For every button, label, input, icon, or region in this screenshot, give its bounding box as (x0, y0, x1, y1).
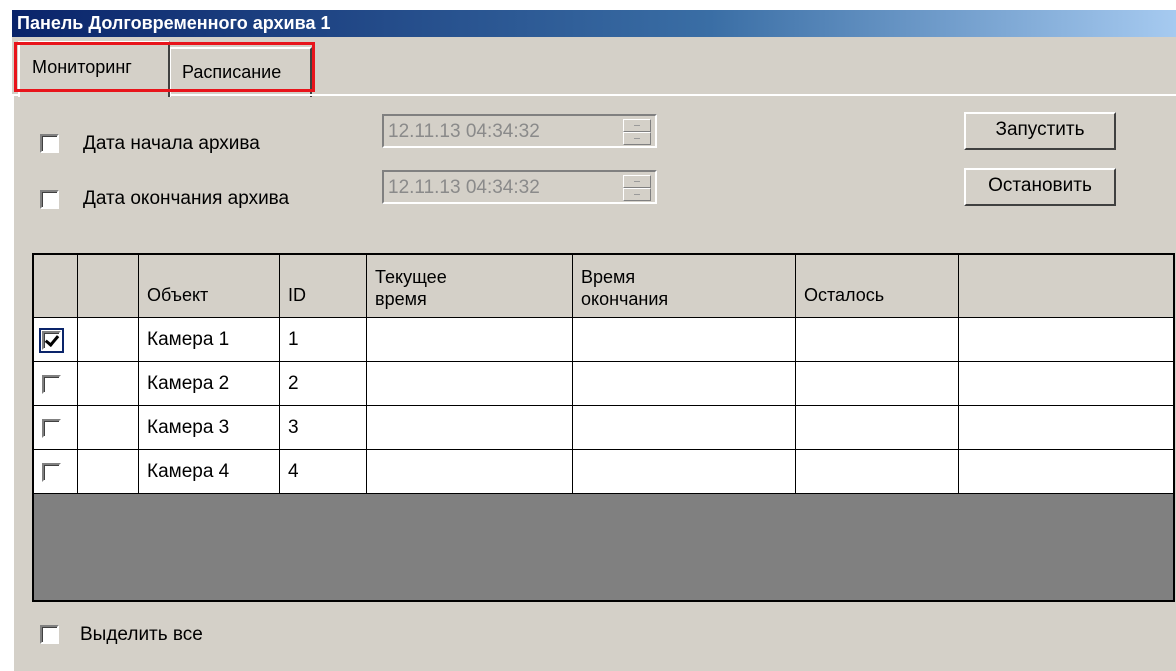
row-blank-cell (78, 362, 139, 406)
header-check-column (34, 255, 78, 318)
header-blank-column (78, 255, 139, 318)
row-checkbox[interactable] (39, 328, 64, 353)
end-date-label: Дата окончания архива (83, 188, 290, 209)
end-time-cell (573, 362, 796, 406)
select-all-label: Выделить все (80, 624, 203, 645)
row-checkbox[interactable] (42, 375, 61, 394)
start-date-checkbox[interactable] (40, 134, 59, 153)
id-cell-text: 3 (288, 417, 299, 438)
row-check-cell (34, 406, 78, 450)
filler-cell (959, 406, 1173, 450)
current-time-cell (367, 406, 573, 450)
header-end-time[interactable]: Время окончания (573, 255, 796, 318)
start-date-spin-down-icon[interactable] (623, 132, 651, 145)
stop-button[interactable]: Остановить (964, 168, 1116, 206)
header-current-time-line1: Текущее (375, 267, 447, 287)
id-cell: 1 (280, 318, 367, 362)
row-checkbox[interactable] (42, 419, 61, 438)
tab-monitoring[interactable]: Мониторинг (18, 41, 170, 97)
id-cell-text: 2 (288, 373, 299, 394)
end-date-spin-up-icon[interactable] (623, 175, 651, 188)
id-cell: 2 (280, 362, 367, 406)
filler-cell (959, 450, 1173, 494)
row-check-cell (34, 362, 78, 406)
current-time-cell (367, 318, 573, 362)
end-date-checkbox[interactable] (40, 190, 59, 209)
row-check-cell (34, 318, 78, 362)
object-cell-text: Камера 1 (147, 329, 230, 350)
header-id[interactable]: ID (280, 255, 367, 318)
row-check-cell (34, 450, 78, 494)
object-cell: Камера 1 (139, 318, 280, 362)
start-button[interactable]: Запустить (964, 112, 1116, 150)
start-date-picker[interactable]: 12.11.13 04:34:32 (382, 114, 657, 148)
start-date-value: 12.11.13 04:34:32 (388, 121, 540, 142)
table-row[interactable]: Камера 2 2 (34, 362, 1173, 406)
header-filler (959, 255, 1173, 318)
id-cell: 3 (280, 406, 367, 450)
remaining-cell (796, 450, 959, 494)
id-cell: 4 (280, 450, 367, 494)
row-blank-cell (78, 450, 139, 494)
table-row[interactable]: Камера 1 1 (34, 318, 1173, 362)
tab-monitoring-label: Мониторинг (32, 57, 132, 77)
tab-schedule-label: Расписание (182, 62, 282, 82)
remaining-cell (796, 406, 959, 450)
cameras-table: Объект ID Текущее время Время окончания … (32, 253, 1175, 602)
table-row[interactable]: Камера 3 3 (34, 406, 1173, 450)
start-date-spin-up-icon[interactable] (623, 119, 651, 132)
end-time-cell (573, 450, 796, 494)
table-row[interactable]: Камера 4 4 (34, 450, 1173, 494)
header-end-time-line2: окончания (581, 289, 669, 309)
end-date-picker[interactable]: 12.11.13 04:34:32 (382, 170, 657, 204)
row-checkbox[interactable] (42, 463, 61, 482)
header-current-time-line2: время (375, 289, 427, 309)
title-bar[interactable]: Панель Долговременного архива 1 (12, 10, 1176, 37)
object-cell: Камера 2 (139, 362, 280, 406)
object-cell-text: Камера 2 (147, 373, 230, 394)
object-cell: Камера 3 (139, 406, 280, 450)
current-time-cell (367, 450, 573, 494)
select-all-checkbox[interactable] (40, 625, 59, 644)
header-remaining[interactable]: Осталось (796, 255, 959, 318)
archive-panel-window: Панель Долговременного архива 1 Монитори… (12, 10, 1176, 671)
header-end-time-line1: Время (581, 267, 636, 287)
remaining-cell (796, 362, 959, 406)
window-title: Панель Долговременного архива 1 (17, 13, 331, 33)
tab-schedule[interactable]: Расписание (170, 47, 312, 97)
start-date-label: Дата начала архива (83, 133, 260, 154)
id-cell-text: 1 (288, 329, 299, 350)
remaining-cell (796, 318, 959, 362)
header-object[interactable]: Объект (139, 255, 280, 318)
end-time-cell (573, 406, 796, 450)
end-date-value: 12.11.13 04:34:32 (388, 177, 540, 198)
header-remaining-label: Осталось (804, 285, 885, 305)
current-time-cell (367, 362, 573, 406)
object-cell-text: Камера 3 (147, 417, 230, 438)
row-blank-cell (78, 318, 139, 362)
filler-cell (959, 318, 1173, 362)
object-cell-text: Камера 4 (147, 461, 230, 482)
header-object-label: Объект (147, 285, 209, 305)
header-id-label: ID (288, 285, 306, 305)
id-cell-text: 4 (288, 461, 299, 482)
header-current-time[interactable]: Текущее время (367, 255, 573, 318)
row-blank-cell (78, 406, 139, 450)
end-date-spin-down-icon[interactable] (623, 188, 651, 201)
filler-cell (959, 362, 1173, 406)
table-header: Объект ID Текущее время Время окончания … (34, 255, 1173, 318)
end-time-cell (573, 318, 796, 362)
object-cell: Камера 4 (139, 450, 280, 494)
